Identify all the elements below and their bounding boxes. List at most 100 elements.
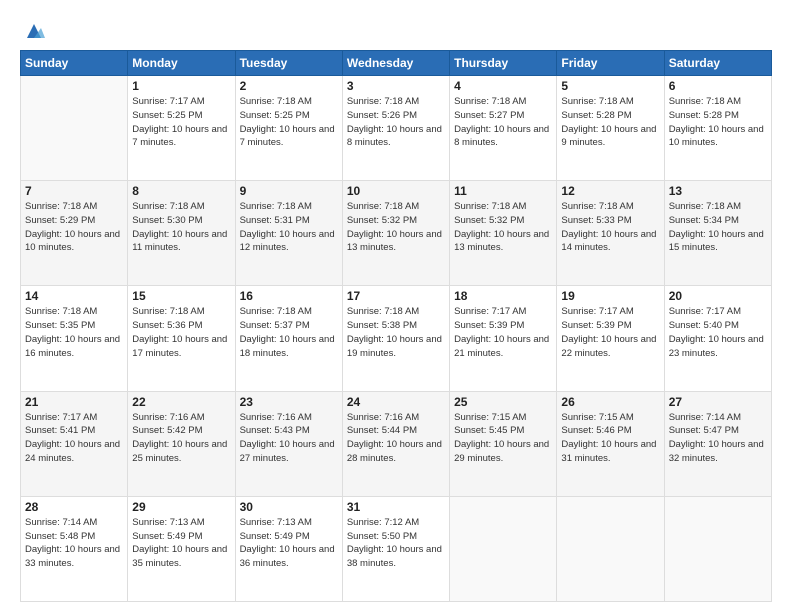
day-number: 27 xyxy=(669,395,767,409)
day-number: 30 xyxy=(240,500,338,514)
weekday-header: Tuesday xyxy=(235,51,342,76)
day-info: Sunrise: 7:18 AM Sunset: 5:32 PM Dayligh… xyxy=(347,200,445,255)
day-number: 18 xyxy=(454,289,552,303)
weekday-header: Sunday xyxy=(21,51,128,76)
day-info: Sunrise: 7:15 AM Sunset: 5:45 PM Dayligh… xyxy=(454,411,552,466)
day-number: 9 xyxy=(240,184,338,198)
day-info: Sunrise: 7:17 AM Sunset: 5:25 PM Dayligh… xyxy=(132,95,230,150)
day-number: 8 xyxy=(132,184,230,198)
header xyxy=(20,18,772,42)
day-number: 5 xyxy=(561,79,659,93)
day-info: Sunrise: 7:12 AM Sunset: 5:50 PM Dayligh… xyxy=(347,516,445,571)
weekday-header: Monday xyxy=(128,51,235,76)
calendar-cell: 21 Sunrise: 7:17 AM Sunset: 5:41 PM Dayli… xyxy=(21,391,128,496)
day-info: Sunrise: 7:18 AM Sunset: 5:33 PM Dayligh… xyxy=(561,200,659,255)
calendar-cell xyxy=(450,496,557,601)
day-number: 12 xyxy=(561,184,659,198)
day-info: Sunrise: 7:18 AM Sunset: 5:38 PM Dayligh… xyxy=(347,305,445,360)
calendar-cell: 3 Sunrise: 7:18 AM Sunset: 5:26 PM Daylig… xyxy=(342,76,449,181)
logo-icon xyxy=(23,20,45,42)
calendar-cell: 27 Sunrise: 7:14 AM Sunset: 5:47 PM Dayli… xyxy=(664,391,771,496)
calendar-table: SundayMondayTuesdayWednesdayThursdayFrid… xyxy=(20,50,772,602)
day-number: 6 xyxy=(669,79,767,93)
calendar-cell: 30 Sunrise: 7:13 AM Sunset: 5:49 PM Dayli… xyxy=(235,496,342,601)
day-info: Sunrise: 7:17 AM Sunset: 5:40 PM Dayligh… xyxy=(669,305,767,360)
calendar-cell: 25 Sunrise: 7:15 AM Sunset: 5:45 PM Dayli… xyxy=(450,391,557,496)
calendar-cell: 10 Sunrise: 7:18 AM Sunset: 5:32 PM Dayli… xyxy=(342,181,449,286)
weekday-header: Thursday xyxy=(450,51,557,76)
day-number: 26 xyxy=(561,395,659,409)
calendar-cell: 6 Sunrise: 7:18 AM Sunset: 5:28 PM Daylig… xyxy=(664,76,771,181)
day-number: 31 xyxy=(347,500,445,514)
calendar-week-row: 28 Sunrise: 7:14 AM Sunset: 5:48 PM Dayli… xyxy=(21,496,772,601)
calendar-cell: 26 Sunrise: 7:15 AM Sunset: 5:46 PM Dayli… xyxy=(557,391,664,496)
calendar-cell: 4 Sunrise: 7:18 AM Sunset: 5:27 PM Daylig… xyxy=(450,76,557,181)
calendar-cell: 24Sunrise: 7:16 AM Sunset: 5:44 PM Dayli… xyxy=(342,391,449,496)
weekday-header: Friday xyxy=(557,51,664,76)
weekday-header-row: SundayMondayTuesdayWednesdayThursdayFrid… xyxy=(21,51,772,76)
day-number: 13 xyxy=(669,184,767,198)
calendar-cell: 19Sunrise: 7:17 AM Sunset: 5:39 PM Dayli… xyxy=(557,286,664,391)
day-info: Sunrise: 7:16 AM Sunset: 5:44 PM Dayligh… xyxy=(347,411,445,466)
day-info: Sunrise: 7:17 AM Sunset: 5:41 PM Dayligh… xyxy=(25,411,123,466)
calendar-cell xyxy=(21,76,128,181)
day-info: Sunrise: 7:18 AM Sunset: 5:28 PM Dayligh… xyxy=(669,95,767,150)
calendar-cell xyxy=(557,496,664,601)
day-info: Sunrise: 7:18 AM Sunset: 5:32 PM Dayligh… xyxy=(454,200,552,255)
page: SundayMondayTuesdayWednesdayThursdayFrid… xyxy=(0,0,792,612)
day-number: 3 xyxy=(347,79,445,93)
day-number: 29 xyxy=(132,500,230,514)
day-info: Sunrise: 7:16 AM Sunset: 5:42 PM Dayligh… xyxy=(132,411,230,466)
day-number: 15 xyxy=(132,289,230,303)
calendar-cell: 29 Sunrise: 7:13 AM Sunset: 5:49 PM Dayli… xyxy=(128,496,235,601)
day-info: Sunrise: 7:17 AM Sunset: 5:39 PM Dayligh… xyxy=(561,305,659,360)
calendar-cell: 28 Sunrise: 7:14 AM Sunset: 5:48 PM Dayli… xyxy=(21,496,128,601)
day-number: 1 xyxy=(132,79,230,93)
calendar-cell: 16 Sunrise: 7:18 AM Sunset: 5:37 PM Dayli… xyxy=(235,286,342,391)
calendar-week-row: 1 Sunrise: 7:17 AM Sunset: 5:25 PM Daylig… xyxy=(21,76,772,181)
day-info: Sunrise: 7:18 AM Sunset: 5:37 PM Dayligh… xyxy=(240,305,338,360)
calendar-cell: 13 Sunrise: 7:18 AM Sunset: 5:34 PM Dayli… xyxy=(664,181,771,286)
day-number: 23 xyxy=(240,395,338,409)
day-info: Sunrise: 7:18 AM Sunset: 5:29 PM Dayligh… xyxy=(25,200,123,255)
day-number: 28 xyxy=(25,500,123,514)
calendar-cell: 11Sunrise: 7:18 AM Sunset: 5:32 PM Dayli… xyxy=(450,181,557,286)
day-info: Sunrise: 7:18 AM Sunset: 5:26 PM Dayligh… xyxy=(347,95,445,150)
day-number: 4 xyxy=(454,79,552,93)
day-info: Sunrise: 7:16 AM Sunset: 5:43 PM Dayligh… xyxy=(240,411,338,466)
day-number: 7 xyxy=(25,184,123,198)
calendar-week-row: 14 Sunrise: 7:18 AM Sunset: 5:35 PM Dayli… xyxy=(21,286,772,391)
day-info: Sunrise: 7:15 AM Sunset: 5:46 PM Dayligh… xyxy=(561,411,659,466)
calendar-cell: 22 Sunrise: 7:16 AM Sunset: 5:42 PM Dayli… xyxy=(128,391,235,496)
day-number: 17 xyxy=(347,289,445,303)
day-info: Sunrise: 7:18 AM Sunset: 5:35 PM Dayligh… xyxy=(25,305,123,360)
day-info: Sunrise: 7:18 AM Sunset: 5:25 PM Dayligh… xyxy=(240,95,338,150)
logo xyxy=(20,18,45,42)
calendar-cell: 2 Sunrise: 7:18 AM Sunset: 5:25 PM Daylig… xyxy=(235,76,342,181)
day-number: 16 xyxy=(240,289,338,303)
day-number: 22 xyxy=(132,395,230,409)
calendar-cell: 31 Sunrise: 7:12 AM Sunset: 5:50 PM Dayli… xyxy=(342,496,449,601)
weekday-header: Wednesday xyxy=(342,51,449,76)
day-number: 10 xyxy=(347,184,445,198)
calendar-cell: 14 Sunrise: 7:18 AM Sunset: 5:35 PM Dayli… xyxy=(21,286,128,391)
day-info: Sunrise: 7:13 AM Sunset: 5:49 PM Dayligh… xyxy=(240,516,338,571)
calendar-week-row: 21 Sunrise: 7:17 AM Sunset: 5:41 PM Dayli… xyxy=(21,391,772,496)
day-info: Sunrise: 7:18 AM Sunset: 5:31 PM Dayligh… xyxy=(240,200,338,255)
calendar-cell: 23 Sunrise: 7:16 AM Sunset: 5:43 PM Dayli… xyxy=(235,391,342,496)
day-number: 25 xyxy=(454,395,552,409)
day-info: Sunrise: 7:18 AM Sunset: 5:27 PM Dayligh… xyxy=(454,95,552,150)
day-info: Sunrise: 7:14 AM Sunset: 5:47 PM Dayligh… xyxy=(669,411,767,466)
calendar-cell: 5 Sunrise: 7:18 AM Sunset: 5:28 PM Daylig… xyxy=(557,76,664,181)
day-info: Sunrise: 7:18 AM Sunset: 5:34 PM Dayligh… xyxy=(669,200,767,255)
day-number: 21 xyxy=(25,395,123,409)
day-info: Sunrise: 7:14 AM Sunset: 5:48 PM Dayligh… xyxy=(25,516,123,571)
calendar-cell: 17 Sunrise: 7:18 AM Sunset: 5:38 PM Dayli… xyxy=(342,286,449,391)
day-number: 14 xyxy=(25,289,123,303)
day-info: Sunrise: 7:13 AM Sunset: 5:49 PM Dayligh… xyxy=(132,516,230,571)
day-number: 20 xyxy=(669,289,767,303)
day-number: 2 xyxy=(240,79,338,93)
day-info: Sunrise: 7:18 AM Sunset: 5:28 PM Dayligh… xyxy=(561,95,659,150)
weekday-header: Saturday xyxy=(664,51,771,76)
calendar-cell: 9 Sunrise: 7:18 AM Sunset: 5:31 PM Daylig… xyxy=(235,181,342,286)
